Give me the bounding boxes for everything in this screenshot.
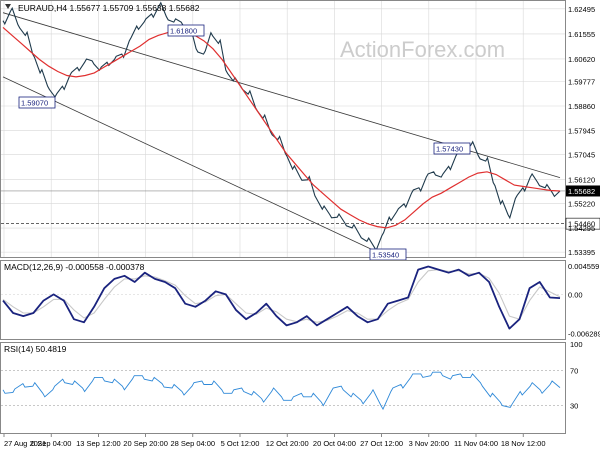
macd-axis-labels: 0.004559 0.00 -0.006289 <box>568 262 600 338</box>
annotation-label: 1.53540 <box>372 251 399 260</box>
time-tick-label: 28 Sep 04:00 <box>170 439 215 448</box>
rsi-tick-label: 30 <box>570 402 578 411</box>
time-tick-label: 18 Nov 12:00 <box>501 439 546 448</box>
watermark: ActionForex.com <box>340 37 505 62</box>
price-tick-label: 1.57045 <box>568 151 595 160</box>
macd-title: MACD(12,26,9) -0.000558 -0.000378 <box>4 262 145 272</box>
price-tick-label: 1.61555 <box>568 30 595 39</box>
annotation-label: 1.61800 <box>170 27 197 36</box>
time-tick-label: 27 Oct 12:00 <box>360 439 403 448</box>
time-tick-label: 20 Oct 04:00 <box>313 439 356 448</box>
macd-panel-frame <box>0 260 566 340</box>
time-tick-label: 5 Oct 12:00 <box>221 439 260 448</box>
annotation-label: 1.59070 <box>21 99 48 108</box>
time-tick-label: 13 Sep 12:00 <box>76 439 121 448</box>
rsi-axis-labels: 100 70 30 <box>570 340 583 411</box>
time-tick-label: 3 Nov 20:00 <box>409 439 449 448</box>
price-tick-label: 1.56120 <box>568 175 595 184</box>
rsi-tick-label: 70 <box>570 366 578 375</box>
symbol-title: EURAUD,H4 1.55677 1.55709 1.55638 1.5568… <box>18 3 200 13</box>
macd-tick-label: 0.00 <box>568 290 583 299</box>
price-tick-label: 1.55220 <box>568 199 595 208</box>
macd-tick-label: 0.004559 <box>568 262 599 271</box>
macd-tick-label: -0.006289 <box>568 329 600 338</box>
time-tick-label: 12 Oct 20:00 <box>266 439 309 448</box>
rsi-tick-label: 100 <box>570 340 583 349</box>
current-price-label: 1.55682 <box>568 187 595 196</box>
forex-chart: ActionForex.com 1.61800 1.59070 1.57430 1.5… <box>0 0 600 448</box>
rsi-panel-frame <box>0 342 566 434</box>
price-tick-label: 1.59777 <box>568 77 595 86</box>
price-tick-label: 1.54295 <box>568 224 595 233</box>
time-tick-label: 20 Sep 20:00 <box>123 439 168 448</box>
price-tick-label: 1.60620 <box>568 55 595 64</box>
price-tick-label: 1.53395 <box>568 248 595 257</box>
annotation-label: 1.57430 <box>436 145 463 154</box>
time-tick-label: 6 Sep 04:00 <box>31 439 71 448</box>
time-tick-label: 11 Nov 04:00 <box>454 439 498 448</box>
price-tick-label: 1.62495 <box>568 5 595 14</box>
price-tick-label: 1.58860 <box>568 102 595 111</box>
rsi-title: RSI(14) 50.4819 <box>4 344 67 354</box>
price-tick-label: 1.57945 <box>568 126 595 135</box>
time-axis-labels: 27 Aug 20216 Sep 04:00 13 Sep 12:00 20 Sep… <box>3 434 546 448</box>
